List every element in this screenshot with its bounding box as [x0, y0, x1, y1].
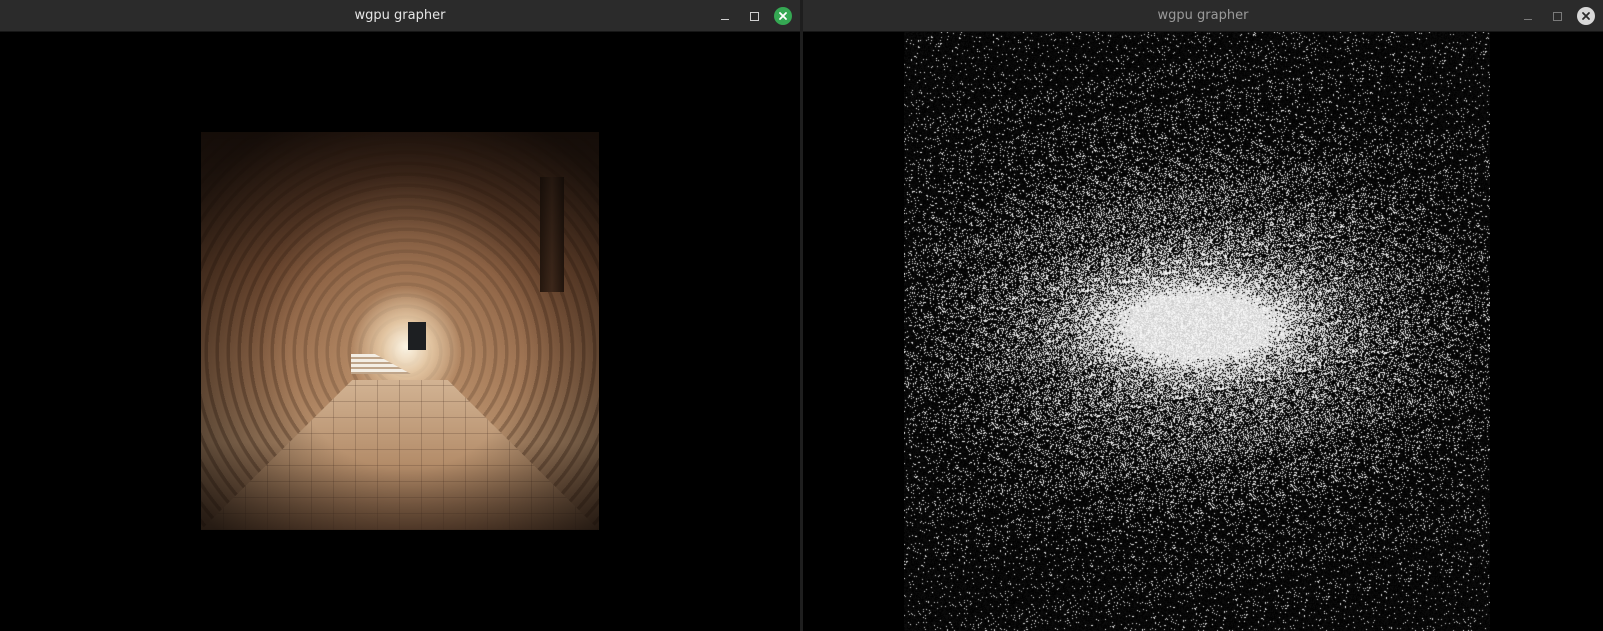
render-canvas[interactable] [0, 32, 800, 631]
minimize-icon [721, 19, 729, 20]
maximize-icon [749, 11, 759, 21]
maximize-button[interactable] [1548, 7, 1566, 25]
title-bar[interactable]: wgpu grapher [803, 0, 1603, 32]
image-vignette [201, 132, 599, 530]
close-icon [774, 7, 792, 25]
window-title: wgpu grapher [354, 8, 446, 23]
minimize-icon [1524, 19, 1532, 20]
close-button[interactable] [774, 7, 792, 25]
title-bar[interactable]: wgpu grapher [0, 0, 800, 32]
close-icon [1577, 7, 1595, 25]
render-canvas[interactable] [803, 32, 1603, 631]
close-button[interactable] [1577, 7, 1595, 25]
tunnel-image [201, 132, 599, 530]
minimize-button[interactable] [1519, 7, 1537, 25]
maximize-button[interactable] [745, 7, 763, 25]
noise-scatter-image [904, 32, 1490, 631]
maximize-icon [1552, 11, 1562, 21]
window-right[interactable]: wgpu grapher [803, 0, 1603, 631]
minimize-button[interactable] [716, 7, 734, 25]
window-title: wgpu grapher [1157, 8, 1249, 23]
window-left[interactable]: wgpu grapher [0, 0, 800, 631]
